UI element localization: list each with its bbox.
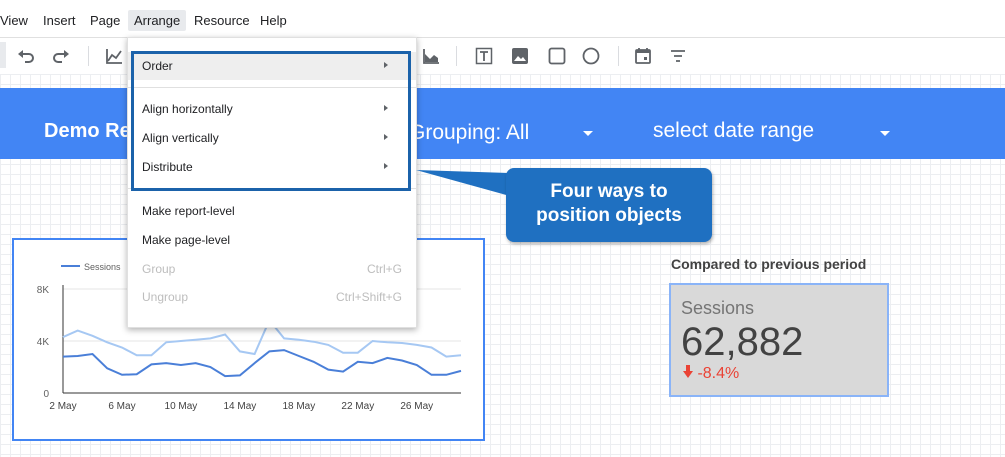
time-series-chart-icon[interactable]: [102, 44, 126, 68]
menu-item-make-page-level[interactable]: Make page-level: [128, 226, 416, 254]
toolbar-separator: [618, 46, 619, 66]
y-tick-label: 4K: [37, 337, 50, 348]
compare-label: Compared to previous period: [671, 256, 867, 272]
callout-pointer: [416, 170, 510, 196]
menu-item-label: Ungroup: [142, 290, 189, 304]
x-tick-label: 6 May: [108, 401, 135, 412]
scorecard[interactable]: Sessions 62,882 -8.4%: [669, 283, 889, 397]
menu-item-label: Align horizontally: [142, 102, 233, 116]
filter-control-icon[interactable]: [666, 44, 690, 68]
scorecard-value: 62,882: [681, 320, 804, 364]
legend-label: Sessions: [84, 262, 121, 272]
menu-item-label: Make page-level: [142, 233, 231, 247]
rectangle-icon[interactable]: [545, 44, 569, 68]
submenu-arrow-icon: [384, 62, 388, 68]
menu-item-align-horizontally[interactable]: Align horizontally: [128, 95, 416, 123]
menu-item-align-vertically[interactable]: Align vertically: [128, 124, 416, 152]
menu-item-label: Order: [142, 59, 173, 73]
arrow-down-icon: [683, 365, 693, 378]
menu-item-ungroup[interactable]: Ungroup Ctrl+Shift+G: [128, 283, 416, 311]
x-tick-label: 2 May: [49, 401, 76, 412]
delta-value: -8.4%: [697, 365, 740, 382]
menu-divider: [128, 87, 416, 88]
date-range-icon[interactable]: [631, 44, 655, 68]
y-tick-label: 8K: [37, 285, 50, 296]
date-range-selector[interactable]: select date range: [653, 119, 814, 143]
menu-item-group[interactable]: Group Ctrl+G: [128, 255, 416, 283]
menu-item-order[interactable]: Order: [128, 52, 416, 80]
arrange-menu: Order Align horizontally Align verticall…: [127, 37, 417, 328]
undo-icon[interactable]: [14, 44, 38, 68]
scorecard-title: Sessions: [681, 298, 755, 318]
submenu-arrow-icon: [384, 105, 388, 111]
report-title: Demo Re: [44, 120, 131, 142]
menu-item-label: Group: [142, 262, 176, 276]
image-icon[interactable]: [508, 44, 532, 68]
shortcut-label: Ctrl+Shift+G: [335, 290, 402, 304]
menu-insert[interactable]: Insert: [37, 10, 82, 31]
menu-item-label: Make report-level: [142, 204, 235, 218]
menu-bar: View Insert Page Arrange Resource Help: [0, 0, 1005, 36]
menu-view[interactable]: View: [0, 10, 34, 31]
toolbar-separator: [88, 46, 89, 66]
y-tick-label: 0: [43, 389, 49, 400]
x-tick-label: 18 May: [282, 401, 315, 412]
menu-resource[interactable]: Resource: [188, 10, 256, 31]
text-box-icon[interactable]: [472, 44, 496, 68]
menu-page[interactable]: Page: [84, 10, 126, 31]
menu-divider: [128, 188, 416, 189]
x-tick-label: 14 May: [223, 401, 256, 412]
chevron-down-icon[interactable]: [880, 131, 890, 136]
submenu-arrow-icon: [384, 134, 388, 140]
annotation-callout: Four ways to position objects: [506, 168, 712, 242]
scorecard-delta: -8.4%: [683, 365, 739, 383]
menu-item-label: Distribute: [142, 160, 193, 174]
x-tick-label: 10 May: [165, 401, 198, 412]
circle-icon[interactable]: [579, 44, 603, 68]
menu-item-label: Align vertically: [142, 131, 219, 145]
submenu-arrow-icon: [384, 163, 388, 169]
toolbar-separator: [456, 46, 457, 66]
x-tick-label: 26 May: [400, 401, 433, 412]
menu-help[interactable]: Help: [254, 10, 293, 31]
toolbar-edge: [0, 42, 6, 68]
area-chart-icon[interactable]: [419, 44, 443, 68]
menu-item-make-report-level[interactable]: Make report-level: [128, 197, 416, 225]
x-tick-label: 22 May: [341, 401, 374, 412]
series-line-sessions: [62, 349, 462, 378]
chevron-down-icon[interactable]: [583, 131, 593, 136]
shortcut-label: Ctrl+G: [366, 262, 402, 276]
menu-item-distribute[interactable]: Distribute: [128, 153, 416, 181]
redo-icon[interactable]: [49, 44, 73, 68]
menu-arrange[interactable]: Arrange: [128, 10, 187, 31]
grouping-selector[interactable]: Grouping: All: [409, 121, 529, 145]
callout-line-1: Four ways to: [550, 181, 668, 202]
callout-line-2: position objects: [536, 205, 682, 226]
